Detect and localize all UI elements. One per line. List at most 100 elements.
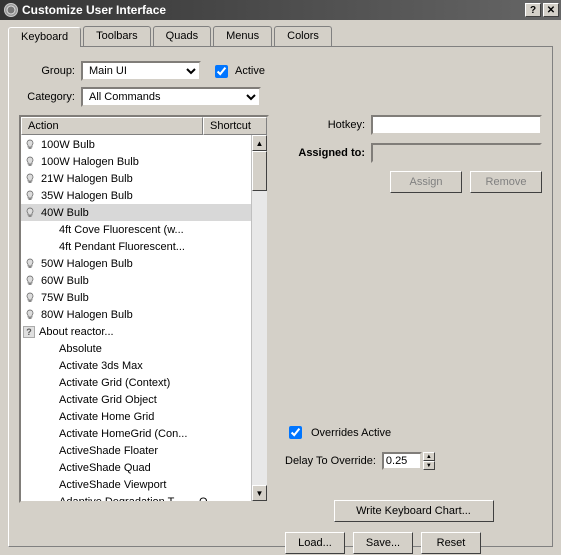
group-active-checkbox[interactable] — [215, 65, 228, 78]
app-icon — [4, 3, 18, 17]
list-item-label: Adaptive Degradation T... — [59, 496, 199, 502]
list-item[interactable]: 50W Halogen Bulb — [21, 255, 251, 272]
list-item[interactable]: ActiveShade Quad — [21, 459, 251, 476]
reset-button[interactable]: Reset — [421, 532, 481, 554]
client-area: Keyboard Toolbars Quads Menus Colors Gro… — [0, 20, 561, 555]
question-icon: ? — [23, 326, 35, 338]
list-item-label: 75W Bulb — [41, 292, 199, 304]
hotkey-label: Hotkey: — [285, 119, 365, 131]
close-button[interactable]: ✕ — [543, 3, 559, 17]
tab-colors[interactable]: Colors — [274, 26, 332, 46]
scroll-up-button[interactable]: ▲ — [252, 135, 267, 151]
list-item[interactable]: 35W Halogen Bulb — [21, 187, 251, 204]
scroll-track[interactable] — [252, 191, 267, 485]
list-item-label: 4ft Cove Fluorescent (w... — [59, 224, 199, 236]
help-button[interactable]: ? — [525, 3, 541, 17]
tab-menus[interactable]: Menus — [213, 26, 272, 46]
blank-icon — [23, 462, 37, 474]
list-item[interactable]: 21W Halogen Bulb — [21, 170, 251, 187]
overrides-active-label: Overrides Active — [311, 427, 391, 439]
list-item[interactable]: 40W Bulb — [21, 204, 251, 221]
bulb-icon — [23, 309, 37, 321]
delay-spin-up[interactable]: ▲ — [423, 452, 435, 461]
list-item[interactable]: Activate Home Grid — [21, 408, 251, 425]
list-item[interactable]: ?About reactor... — [21, 323, 251, 340]
blank-icon — [23, 224, 37, 236]
blank-icon — [23, 241, 37, 253]
listview-scrollbar[interactable]: ▲ ▼ — [251, 135, 267, 501]
tab-strip: Keyboard Toolbars Quads Menus Colors — [8, 26, 553, 47]
write-keyboard-chart-button[interactable]: Write Keyboard Chart... — [334, 500, 494, 522]
bulb-icon — [23, 275, 37, 287]
blank-icon — [23, 479, 37, 491]
delay-spin-down[interactable]: ▼ — [423, 461, 435, 470]
list-item[interactable]: 100W Halogen Bulb — [21, 153, 251, 170]
bulb-icon — [23, 139, 37, 151]
list-item-label: Activate Grid Object — [59, 394, 199, 406]
list-item[interactable]: Absolute — [21, 340, 251, 357]
list-item[interactable]: Activate 3ds Max — [21, 357, 251, 374]
hotkey-input[interactable] — [371, 115, 542, 135]
assigned-to-field — [371, 143, 542, 163]
list-item[interactable]: ActiveShade Floater — [21, 442, 251, 459]
save-button[interactable]: Save... — [353, 532, 413, 554]
remove-button[interactable]: Remove — [470, 171, 542, 193]
bulb-icon — [23, 156, 37, 168]
list-item[interactable]: Activate HomeGrid (Con... — [21, 425, 251, 442]
bulb-icon — [23, 173, 37, 185]
scroll-down-button[interactable]: ▼ — [252, 485, 267, 501]
list-item-label: 60W Bulb — [41, 275, 199, 287]
list-item[interactable]: Activate Grid Object — [21, 391, 251, 408]
blank-icon — [23, 411, 37, 423]
list-item[interactable]: 60W Bulb — [21, 272, 251, 289]
tab-pane-keyboard: Group: Main UI Active Category: All Comm… — [8, 47, 553, 547]
bulb-icon — [23, 258, 37, 270]
list-item-label: 50W Halogen Bulb — [41, 258, 199, 270]
list-item-label: ActiveShade Floater — [59, 445, 199, 457]
bulb-icon — [23, 292, 37, 304]
col-shortcut[interactable]: Shortcut — [203, 117, 267, 135]
blank-icon — [23, 343, 37, 355]
category-select[interactable]: All Commands — [81, 87, 261, 107]
group-active-label: Active — [235, 65, 265, 77]
list-item-label: Activate 3ds Max — [59, 360, 199, 372]
list-item[interactable]: 75W Bulb — [21, 289, 251, 306]
col-action[interactable]: Action — [21, 117, 203, 135]
list-item-label: 35W Halogen Bulb — [41, 190, 199, 202]
assigned-to-label: Assigned to: — [285, 147, 365, 159]
list-item-label: 80W Halogen Bulb — [41, 309, 199, 321]
category-label: Category: — [19, 91, 75, 103]
list-item-label: Absolute — [59, 343, 199, 355]
list-item[interactable]: Adaptive Degradation T...O — [21, 493, 251, 501]
scroll-thumb[interactable] — [252, 151, 267, 191]
tab-quads[interactable]: Quads — [153, 26, 211, 46]
assign-button[interactable]: Assign — [390, 171, 462, 193]
blank-icon — [23, 496, 37, 502]
delay-override-input[interactable] — [382, 452, 422, 470]
action-listview[interactable]: Action Shortcut 100W Bulb 100W Halogen Bu… — [19, 115, 269, 503]
load-button[interactable]: Load... — [285, 532, 345, 554]
group-label: Group: — [19, 65, 75, 77]
blank-icon — [23, 428, 37, 440]
listview-header: Action Shortcut — [21, 117, 267, 135]
list-item[interactable]: 4ft Cove Fluorescent (w... — [21, 221, 251, 238]
list-item[interactable]: 4ft Pendant Fluorescent... — [21, 238, 251, 255]
list-item[interactable]: Activate Grid (Context) — [21, 374, 251, 391]
blank-icon — [23, 394, 37, 406]
blank-icon — [23, 377, 37, 389]
tab-toolbars[interactable]: Toolbars — [83, 26, 151, 46]
list-item[interactable]: ActiveShade Viewport — [21, 476, 251, 493]
group-select[interactable]: Main UI — [81, 61, 201, 81]
overrides-active-checkbox[interactable] — [289, 426, 302, 439]
list-item-label: Activate HomeGrid (Con... — [59, 428, 199, 440]
tab-keyboard[interactable]: Keyboard — [8, 27, 81, 47]
list-item-label: 100W Halogen Bulb — [41, 156, 199, 168]
list-item[interactable]: 100W Bulb — [21, 136, 251, 153]
delay-override-label: Delay To Override: — [285, 455, 376, 467]
list-item-shortcut: O — [199, 496, 249, 502]
list-item-label: ActiveShade Viewport — [59, 479, 199, 491]
list-item[interactable]: 80W Halogen Bulb — [21, 306, 251, 323]
bulb-icon — [23, 207, 37, 219]
titlebar[interactable]: Customize User Interface ? ✕ — [0, 0, 561, 20]
window-title: Customize User Interface — [22, 3, 525, 17]
